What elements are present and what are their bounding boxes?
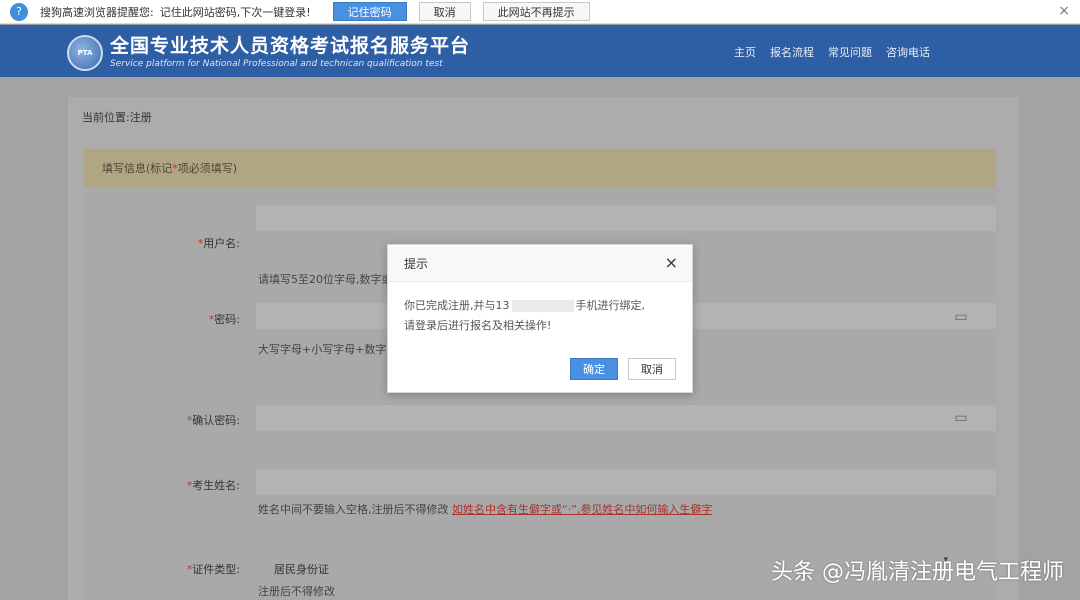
confirm-password-label: *确认密码: [186,414,240,427]
key-icon: ? [10,2,28,21]
never-remind-button[interactable]: 此网站不再提示 [482,2,590,21]
dialog-buttons: 确定 取消 [570,358,676,380]
confirm-button[interactable]: 确定 [570,358,618,380]
nav-process[interactable]: 报名流程 [770,44,814,60]
password-save-bar: ? 搜狗高速浏览器提醒您: 记住此网站密码,下次一键登录! 记住密码 取消 此网… [0,0,1080,24]
dialog-cancel-button[interactable]: 取消 [628,358,676,380]
site-subtitle: Service platform for National Profession… [110,59,443,69]
idtype-select[interactable]: 居民身份证 [274,561,329,577]
info-strip-suffix: 项必须填写) [177,162,238,175]
close-icon[interactable]: × [1058,3,1070,19]
nav-home[interactable]: 主页 [734,44,756,60]
info-strip: 填写信息(标记 * 项必须填写) [84,149,996,187]
nav-contact[interactable]: 咨询电话 [886,44,930,60]
name-hint: 姓名中间不要输入空格,注册后不得修改 如姓名中含有生僻字或“·”,参见姓名中如何… [258,503,713,516]
confirm-toggle-icon[interactable]: ▭ [950,408,972,428]
password-bar-cancel-button[interactable]: 取消 [418,2,471,21]
idtype-label: *证件类型: [186,563,240,576]
confirm-password-input[interactable] [256,405,996,431]
masked-phone [511,300,574,312]
nav-faq[interactable]: 常见问题 [828,44,872,60]
password-label: *密码: [208,313,240,326]
site-title: 全国专业技术人员资格考试报名服务平台 [110,35,471,57]
top-nav: 主页 报名流程 常见问题 咨询电话 [734,44,930,60]
idtype-hint: 注册后不得修改 [258,585,335,598]
rare-char-link[interactable]: 如姓名中含有生僻字或“·”,参见姓名中如何输入生僻字 [452,503,712,516]
dialog-title: 提示 [404,256,429,271]
close-icon[interactable]: × [665,253,678,272]
password-toggle-icon[interactable]: ▭ [950,307,972,327]
site-logo: PTA [67,35,103,71]
breadcrumb: 当前位置:注册 [82,111,152,124]
tip-dialog: 提示 × 你已完成注册,并与13 手机进行绑定, 请登录后进行报名及相关操作! 确… [387,244,693,393]
dialog-line-1: 你已完成注册,并与13 手机进行绑定, [404,299,645,312]
dialog-body: 你已完成注册,并与13 手机进行绑定, 请登录后进行报名及相关操作! [388,282,692,336]
dialog-header: 提示 × [388,245,692,282]
username-input[interactable] [256,205,996,231]
username-label: *用户名: [197,237,240,250]
password-hint: 大写字母+小写字母+数字的 [258,343,398,356]
name-input[interactable] [256,469,996,495]
remember-password-button[interactable]: 记住密码 [332,2,407,21]
password-bar-message-2: 记住此网站密码,下次一键登录! [159,5,311,19]
info-strip-prefix: 填写信息(标记 [102,162,173,175]
password-bar-message: 搜狗高速浏览器提醒您: [40,5,154,19]
watermark: 头条 @冯胤清注册电气工程师 [771,560,1064,585]
site-header: PTA 全国专业技术人员资格考试报名服务平台 Service platform … [0,25,1080,77]
username-hint: 请填写5至20位字母,数字或 [258,273,393,286]
name-label: *考生姓名: [186,479,240,492]
dialog-line-2: 请登录后进行报名及相关操作! [404,319,552,332]
